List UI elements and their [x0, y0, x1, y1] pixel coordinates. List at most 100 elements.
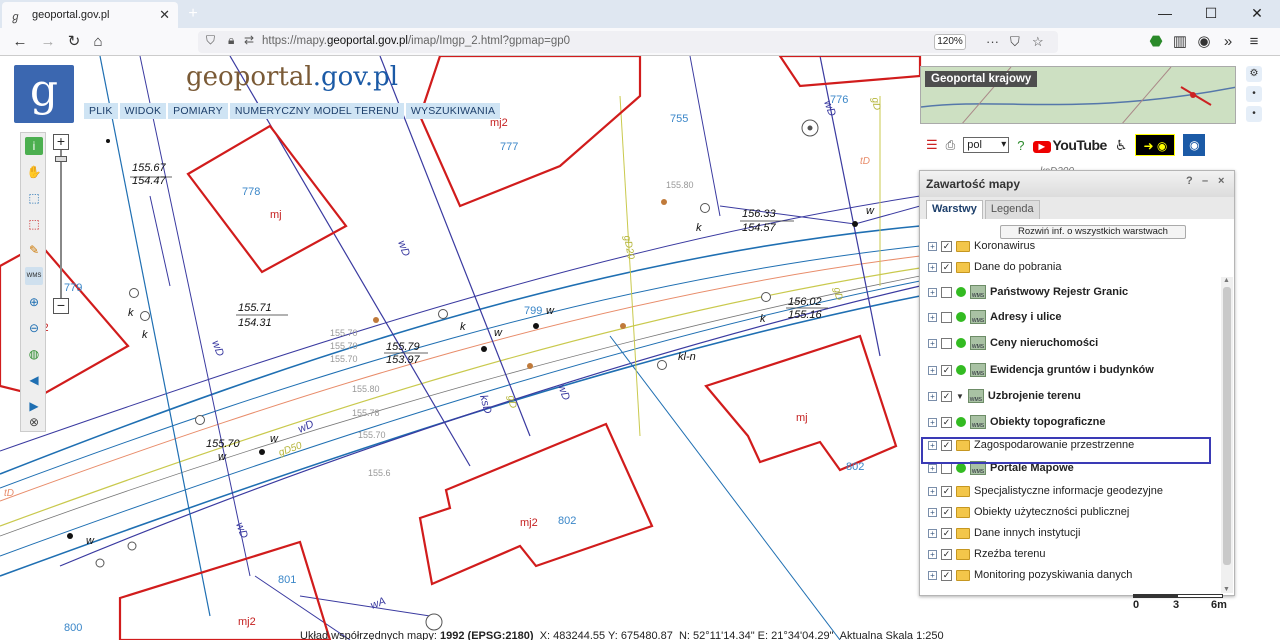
language-select[interactable]: pol [963, 137, 1010, 153]
expand-icon[interactable]: + [928, 262, 937, 272]
globe-icon[interactable]: ◍ [25, 345, 43, 363]
menu-nmt[interactable]: NUMERYCZNY MODEL TERENU [229, 103, 404, 119]
expand-icon[interactable]: + [928, 417, 937, 427]
layer-item[interactable]: + ✓ Specjalistyczne informacje geodezyjne [928, 482, 1163, 500]
tab-warstwy[interactable]: Warstwy [926, 200, 983, 219]
overview-toggle-icon[interactable]: ⚙ [1246, 66, 1262, 82]
layer-checkbox[interactable] [941, 286, 952, 298]
zoom-out-tool-icon[interactable]: ⊖ [25, 319, 43, 337]
dropdown-triangle-icon[interactable]: ▼ [956, 392, 964, 401]
layer-checkbox[interactable] [941, 337, 952, 349]
menu-icon[interactable]: ≡ [1244, 32, 1264, 52]
pan-hand-icon[interactable]: ✋ [25, 163, 43, 181]
map-viewport[interactable]: 155.67 154.47 155.71 154.31 155.79 153.97 1… [0, 56, 1280, 640]
maximize-button[interactable]: ☐ [1188, 0, 1234, 28]
geoportal-logo[interactable]: g [14, 65, 74, 123]
layer-item[interactable]: + ✓ Monitoring pozyskiwania danych [928, 566, 1132, 584]
expand-icon[interactable]: + [928, 463, 937, 473]
layer-checkbox[interactable]: ✓ [941, 240, 952, 252]
zoom-track[interactable] [60, 150, 62, 298]
pocket-icon[interactable]: ⛉ [1010, 34, 1020, 50]
select-remove-icon[interactable]: ⬚ [25, 215, 43, 233]
select-rect-icon[interactable]: ⬚ [25, 189, 43, 207]
layer-item-selected[interactable]: + ✓ ▼ WMS Uzbrojenie terenu [928, 387, 1081, 405]
lock-icon[interactable]: 🔒︎ [228, 33, 234, 48]
expand-icon[interactable]: + [928, 549, 937, 559]
permissions-icon[interactable]: ⇄ [244, 33, 254, 47]
zoom-in-tool-icon[interactable]: ⊕ [25, 293, 43, 311]
panel-minimize-icon[interactable]: – [1202, 175, 1208, 187]
layer-item[interactable]: + ✓ Dane do pobrania [928, 258, 1061, 276]
menu-pomiary[interactable]: POMIARY [168, 103, 228, 119]
youtube-link[interactable]: ▶ YouTube [1032, 137, 1107, 153]
panel-help-icon[interactable]: ? [1186, 175, 1193, 187]
zoom-in-button[interactable]: + [53, 134, 69, 150]
layer-item[interactable]: + ✓ WMS Ewidencja gruntów i budynków [928, 361, 1154, 379]
reset-icon[interactable]: ⊗ [25, 413, 43, 431]
layer-item[interactable]: + ✓ Rzeźba terenu [928, 545, 1046, 563]
layer-checkbox[interactable] [941, 462, 952, 474]
layer-checkbox[interactable]: ✓ [941, 416, 952, 428]
wms-icon[interactable]: WMS [25, 267, 43, 285]
zoom-out-button[interactable]: − [53, 298, 69, 314]
layer-checkbox[interactable]: ✓ [941, 364, 952, 376]
layer-item[interactable]: + ✓ Koronawirus [928, 237, 1035, 255]
expand-icon[interactable]: + [928, 528, 937, 538]
zoom-handle[interactable] [55, 156, 67, 162]
address-bar[interactable]: ⛉ 🔒︎ ⇄ https://mapy.geoportal.gov.pl/ima… [198, 31, 1058, 53]
layer-checkbox[interactable]: ✓ [941, 569, 952, 581]
panel-close-icon[interactable]: × [1218, 175, 1224, 187]
home-icon[interactable]: ⌂ [88, 32, 108, 52]
help-icon[interactable]: ? [1017, 138, 1024, 153]
scroll-down-icon[interactable]: ▼ [1223, 586, 1230, 593]
zoom-level[interactable]: 120% [934, 34, 966, 50]
layer-item[interactable]: + WMS Ceny nieruchomości [928, 334, 1098, 352]
expand-icon[interactable]: + [928, 507, 937, 517]
layer-checkbox[interactable]: ✓ [941, 527, 952, 539]
vision-icon[interactable]: ◉ [1183, 134, 1206, 156]
close-tab-icon[interactable]: ✕ [159, 7, 170, 23]
shield-icon[interactable]: ⛉ [206, 33, 215, 48]
high-contrast-icon[interactable]: ➜ ◉ [1135, 134, 1176, 156]
browser-tab[interactable]: ℊ geoportal.gov.pl ✕ [2, 2, 178, 28]
print-icon[interactable]: ⎙ [946, 138, 956, 153]
previous-view-icon[interactable]: ◀ [25, 371, 43, 389]
layer-item[interactable]: + ✓ Dane innych instytucji [928, 524, 1080, 542]
expand-icon[interactable]: + [928, 570, 937, 580]
tab-legenda[interactable]: Legenda [984, 200, 1040, 219]
scroll-up-icon[interactable]: ▲ [1223, 277, 1230, 284]
layer-checkbox[interactable] [941, 311, 952, 323]
pencil-icon[interactable]: ✎ [25, 241, 43, 259]
layer-scrollbar[interactable]: ▲ ▼ [1221, 277, 1233, 593]
expand-icon[interactable]: + [928, 241, 937, 251]
expand-icon[interactable]: + [928, 391, 937, 401]
menu-widok[interactable]: WIDOK [119, 103, 167, 119]
overflow-icon[interactable]: » [1218, 32, 1238, 52]
back-icon[interactable]: ← [10, 32, 30, 52]
menu-wyszukiwania[interactable]: WYSZUKIWANIA [405, 103, 501, 119]
expand-icon[interactable]: + [928, 486, 937, 496]
reload-icon[interactable]: ↻ [64, 32, 84, 52]
extension-icon[interactable]: ⬣ [1146, 32, 1166, 52]
layer-item[interactable]: + ✓ Obiekty użyteczności publicznej [928, 503, 1129, 521]
layer-checkbox[interactable]: ✓ [941, 261, 952, 273]
url-text[interactable]: https://mapy.geoportal.gov.pl/imap/Imgp_… [262, 35, 570, 47]
layer-checkbox[interactable]: ✓ [941, 548, 952, 560]
expand-icon[interactable]: + [928, 312, 937, 322]
layer-checkbox[interactable]: ✓ [941, 390, 952, 402]
layer-item[interactable]: + WMS Adresy i ulice [928, 308, 1062, 326]
expand-icon[interactable]: + [928, 287, 937, 297]
sidebar-icon[interactable]: ▥ [1170, 32, 1190, 52]
new-tab-button[interactable]: + [183, 5, 203, 23]
layer-checkbox[interactable]: ✓ [941, 485, 952, 497]
info-icon[interactable]: i [25, 137, 43, 155]
list-icon[interactable]: ☰ [926, 137, 938, 153]
accessibility-icon[interactable]: ♿︎ [1115, 137, 1128, 154]
layer-item[interactable]: + ✓ WMS Obiekty topograficzne [928, 413, 1106, 431]
zoom-slider[interactable]: + − [53, 134, 71, 316]
overview-map[interactable]: Geoportal krajowy [920, 66, 1236, 124]
layer-checkbox[interactable]: ✓ [941, 506, 952, 518]
close-window-button[interactable]: ✕ [1234, 0, 1280, 28]
page-actions-icon[interactable]: ··· [986, 34, 999, 49]
minimize-button[interactable]: — [1142, 0, 1188, 28]
